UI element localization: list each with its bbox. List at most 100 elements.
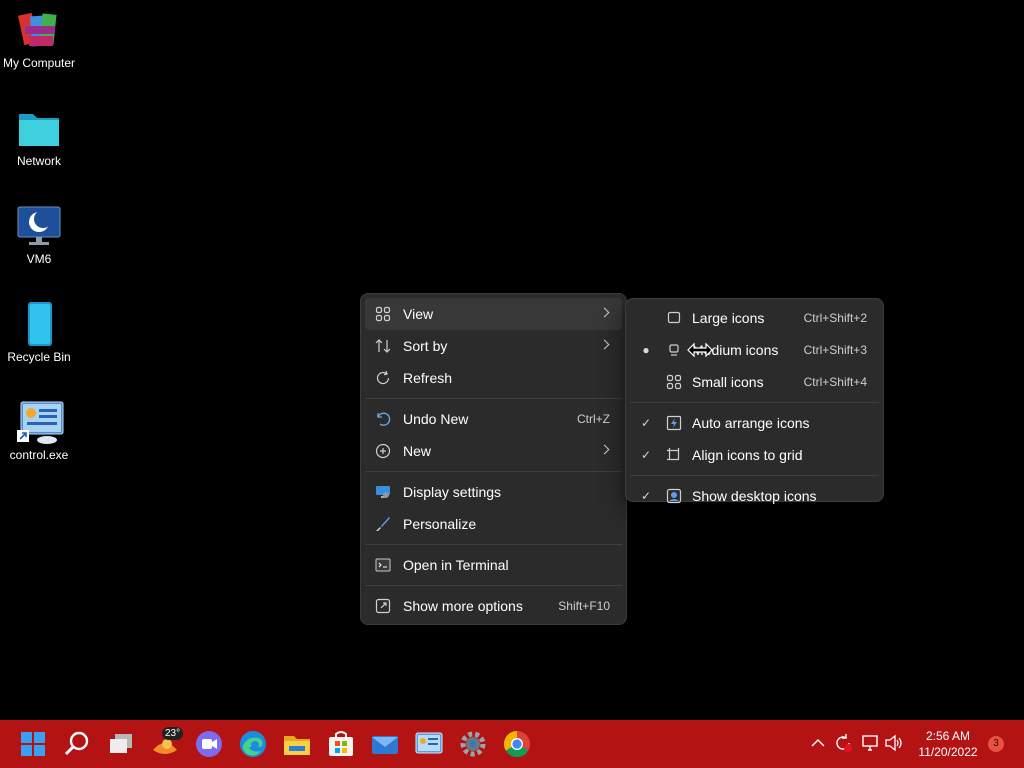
view-submenu: Large icons Ctrl+Shift+2 ● Medium icons …: [625, 298, 884, 504]
menu-item-display-settings[interactable]: Display settings: [365, 476, 622, 508]
menu-item-personalize[interactable]: Personalize: [365, 508, 622, 540]
menu-item-align-icons-to-grid[interactable]: ✓ Align icons to grid: [630, 439, 879, 471]
shortcut-text: Ctrl+Shift+3: [803, 343, 867, 357]
menu-item-refresh[interactable]: Refresh: [365, 362, 622, 394]
menu-item-label: Personalize: [403, 516, 477, 532]
menu-item-undo-new[interactable]: Undo New Ctrl+Z: [365, 403, 622, 435]
checkmark-icon: ✓: [640, 489, 652, 503]
grid-icon: [375, 306, 391, 322]
windows-logo-icon: [21, 732, 45, 756]
mail-icon: [372, 736, 398, 754]
auto-arrange-icon: [666, 415, 682, 431]
control-panel-button[interactable]: [413, 728, 445, 760]
menu-item-medium-icons[interactable]: ● Medium icons Ctrl+Shift+3: [630, 334, 879, 366]
checkmark-icon: ✓: [640, 416, 652, 430]
desktop-icon-vm6[interactable]: VM6: [0, 204, 78, 266]
chevron-right-icon: [599, 339, 610, 350]
weather-temperature-badge: 23°: [162, 727, 184, 740]
refresh-icon: [375, 370, 391, 386]
large-icons-icon: [666, 310, 682, 326]
settings-button[interactable]: [457, 728, 489, 760]
menu-item-label: Undo New: [403, 411, 469, 427]
menu-item-label: Refresh: [403, 370, 453, 386]
desktop-icon-control-exe[interactable]: control.exe: [0, 400, 78, 462]
menu-item-sort-by[interactable]: Sort by: [365, 330, 622, 362]
medium-icons-icon: [666, 342, 682, 358]
winrar-books-icon: [17, 8, 61, 52]
clock-time: 2:56 AM: [925, 729, 971, 743]
file-explorer-button[interactable]: [281, 728, 313, 760]
taskbar: 2:56 AM 11/20/2022: [0, 720, 1024, 768]
menu-separator: [365, 471, 622, 472]
show-hidden-icons-button[interactable]: [808, 732, 828, 754]
menu-item-label: New: [403, 443, 432, 459]
show-desktop-icon: [666, 488, 682, 504]
notification-count-badge[interactable]: 3: [988, 736, 1004, 752]
control-panel-shortcut-icon: [17, 400, 64, 444]
menu-separator: [630, 402, 879, 403]
checkmark-icon: ✓: [640, 448, 652, 462]
shortcut-text: Ctrl+Shift+4: [803, 375, 867, 389]
desktop-icon-label: VM6: [26, 252, 52, 266]
align-grid-icon: [666, 447, 682, 463]
chevron-right-icon: [599, 307, 610, 318]
clock[interactable]: 2:56 AM 11/20/2022: [912, 728, 984, 760]
desktop-icon-my-computer[interactable]: My Computer: [0, 8, 78, 70]
search-button[interactable]: [61, 728, 93, 760]
display-settings-icon: [375, 484, 391, 500]
monitor-icon: [17, 204, 61, 248]
chevron-up-icon: [811, 739, 825, 747]
desktop-icon-label: Network: [16, 154, 61, 168]
settings-gear-icon: [460, 731, 486, 757]
menu-item-label: Sort by: [403, 338, 448, 354]
clock-date: 11/20/2022: [918, 745, 978, 759]
menu-separator: [365, 544, 622, 545]
menu-item-open-terminal[interactable]: Open in Terminal: [365, 549, 622, 581]
desktop-icon-label: My Computer: [2, 56, 76, 70]
volume-tray-button[interactable]: [884, 732, 904, 754]
menu-item-label: Open in Terminal: [403, 557, 509, 573]
radio-selected-dot-icon: ●: [642, 343, 650, 357]
desktop-context-menu: View Sort by Refresh Undo New Ctrl+Z New…: [360, 293, 627, 625]
menu-item-label: Large icons: [692, 310, 765, 326]
undo-icon: [375, 411, 391, 427]
menu-item-show-more-options[interactable]: Show more options Shift+F10: [365, 590, 622, 622]
small-icons-icon: [666, 374, 682, 390]
menu-item-show-desktop-icons[interactable]: ✓ Show desktop icons: [630, 480, 879, 512]
network-tray-button[interactable]: [860, 732, 880, 754]
teams-chat-button[interactable]: [193, 728, 225, 760]
menu-item-label: Show more options: [403, 598, 523, 614]
menu-item-label: Align icons to grid: [692, 447, 803, 463]
menu-item-label: Small icons: [692, 374, 764, 390]
start-button[interactable]: [17, 728, 49, 760]
shortcut-text: Shift+F10: [558, 599, 610, 613]
menu-item-label: Show desktop icons: [692, 488, 817, 504]
menu-item-large-icons[interactable]: Large icons Ctrl+Shift+2: [630, 302, 879, 334]
edge-button[interactable]: [237, 728, 269, 760]
paintbrush-icon: [375, 516, 391, 532]
store-button[interactable]: [325, 728, 357, 760]
menu-separator: [365, 585, 622, 586]
search-icon: [64, 731, 89, 756]
task-view-button[interactable]: [105, 728, 137, 760]
menu-item-new[interactable]: New: [365, 435, 622, 467]
sync-tray-button[interactable]: [833, 732, 853, 754]
folder-icon: [17, 106, 61, 150]
mail-button[interactable]: [369, 728, 401, 760]
sort-arrows-icon: [375, 338, 391, 354]
menu-item-view[interactable]: View: [365, 298, 622, 330]
menu-item-small-icons[interactable]: Small icons Ctrl+Shift+4: [630, 366, 879, 398]
open-external-icon: [375, 598, 391, 614]
menu-separator: [630, 475, 879, 476]
desktop[interactable]: My Computer Network VM6 Recycle Bin cont…: [0, 0, 1024, 720]
desktop-icon-network[interactable]: Network: [0, 106, 78, 168]
menu-separator: [365, 398, 622, 399]
control-panel-icon: [415, 732, 443, 754]
menu-item-label: Display settings: [403, 484, 502, 500]
terminal-icon: [375, 557, 391, 573]
desktop-icon-label: control.exe: [9, 448, 69, 462]
chrome-button[interactable]: [501, 728, 533, 760]
menu-item-auto-arrange-icons[interactable]: ✓ Auto arrange icons: [630, 407, 879, 439]
recycle-bin-icon: [17, 302, 61, 346]
desktop-icon-recycle-bin[interactable]: Recycle Bin: [0, 302, 78, 364]
